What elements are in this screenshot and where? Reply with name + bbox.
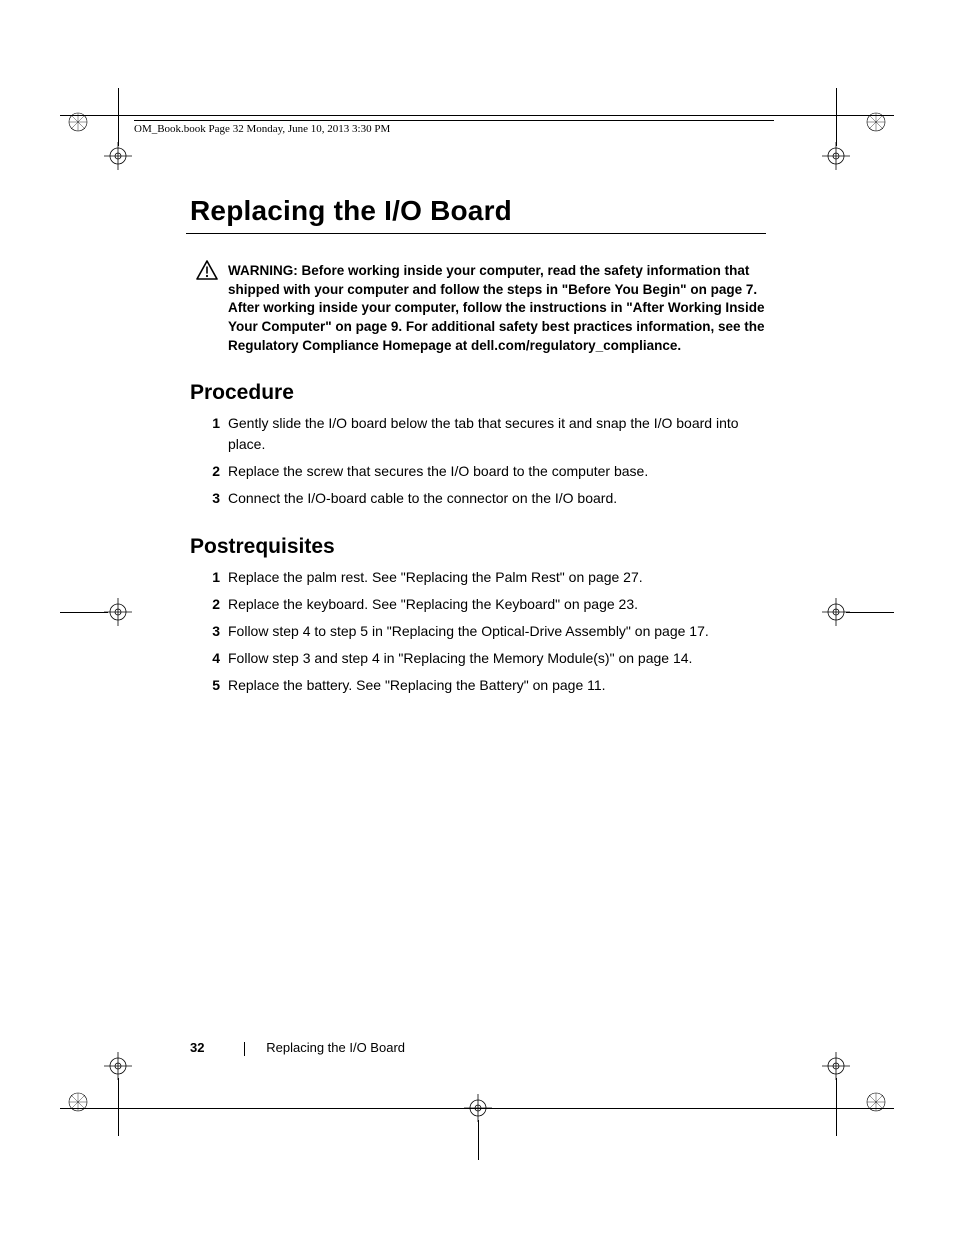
- warning-text: Before working inside your computer, rea…: [228, 263, 765, 353]
- procedure-steps: 1Gently slide the I/O board below the ta…: [228, 413, 770, 509]
- list-item: 4Follow step 3 and step 4 in "Replacing …: [228, 648, 770, 669]
- page-content: OM_Book.book Page 32 Monday, June 10, 20…: [190, 120, 770, 702]
- regmark-icon: [104, 142, 132, 170]
- runhead-text: OM_Book.book Page 32 Monday, June 10, 20…: [134, 123, 390, 135]
- footer-separator: [244, 1042, 245, 1056]
- list-item: 3Follow step 4 to step 5 in "Replacing t…: [228, 621, 770, 642]
- list-item: 2Replace the keyboard. See "Replacing th…: [228, 594, 770, 615]
- running-header: OM_Book.book Page 32 Monday, June 10, 20…: [134, 120, 774, 135]
- step-number: 1: [200, 567, 220, 588]
- cropmark-icon: [68, 1092, 88, 1112]
- warning-icon: [196, 260, 218, 286]
- step-number: 5: [200, 675, 220, 696]
- page-footer: 32 Replacing the I/O Board: [190, 1040, 405, 1056]
- regmark-icon: [822, 1052, 850, 1080]
- step-text: Replace the screw that secures the I/O b…: [228, 463, 648, 479]
- step-number: 2: [200, 594, 220, 615]
- step-text: Replace the palm rest. See "Replacing th…: [228, 569, 643, 585]
- footer-section-title: Replacing the I/O Board: [266, 1040, 405, 1055]
- list-item: 2Replace the screw that secures the I/O …: [228, 461, 770, 482]
- step-number: 1: [200, 413, 220, 434]
- postrequisites-heading: Postrequisites: [190, 535, 770, 559]
- warning-label: WARNING:: [228, 263, 302, 278]
- step-text: Replace the keyboard. See "Replacing the…: [228, 596, 638, 612]
- page-title: Replacing the I/O Board: [190, 195, 770, 227]
- title-rule: [186, 233, 766, 234]
- list-item: 3Connect the I/O-board cable to the conn…: [228, 488, 770, 509]
- list-item: 1Replace the palm rest. See "Replacing t…: [228, 567, 770, 588]
- regmark-icon: [104, 1052, 132, 1080]
- step-text: Replace the battery. See "Replacing the …: [228, 677, 606, 693]
- page-number: 32: [190, 1040, 222, 1055]
- step-text: Follow step 4 to step 5 in "Replacing th…: [228, 623, 709, 639]
- cropmark-icon: [866, 112, 886, 132]
- step-text: Connect the I/O-board cable to the conne…: [228, 490, 617, 506]
- list-item: 1Gently slide the I/O board below the ta…: [228, 413, 770, 455]
- step-text: Gently slide the I/O board below the tab…: [228, 415, 739, 452]
- list-item: 5Replace the battery. See "Replacing the…: [228, 675, 770, 696]
- regmark-icon: [104, 598, 132, 626]
- step-number: 2: [200, 461, 220, 482]
- step-text: Follow step 3 and step 4 in "Replacing t…: [228, 650, 692, 666]
- step-number: 3: [200, 488, 220, 509]
- regmark-icon: [464, 1094, 492, 1122]
- regmark-icon: [822, 142, 850, 170]
- step-number: 3: [200, 621, 220, 642]
- warning-block: WARNING: Before working inside your comp…: [228, 262, 770, 355]
- cropmark-icon: [866, 1092, 886, 1112]
- procedure-heading: Procedure: [190, 381, 770, 405]
- postrequisites-steps: 1Replace the palm rest. See "Replacing t…: [228, 567, 770, 696]
- step-number: 4: [200, 648, 220, 669]
- cropmark-icon: [68, 112, 88, 132]
